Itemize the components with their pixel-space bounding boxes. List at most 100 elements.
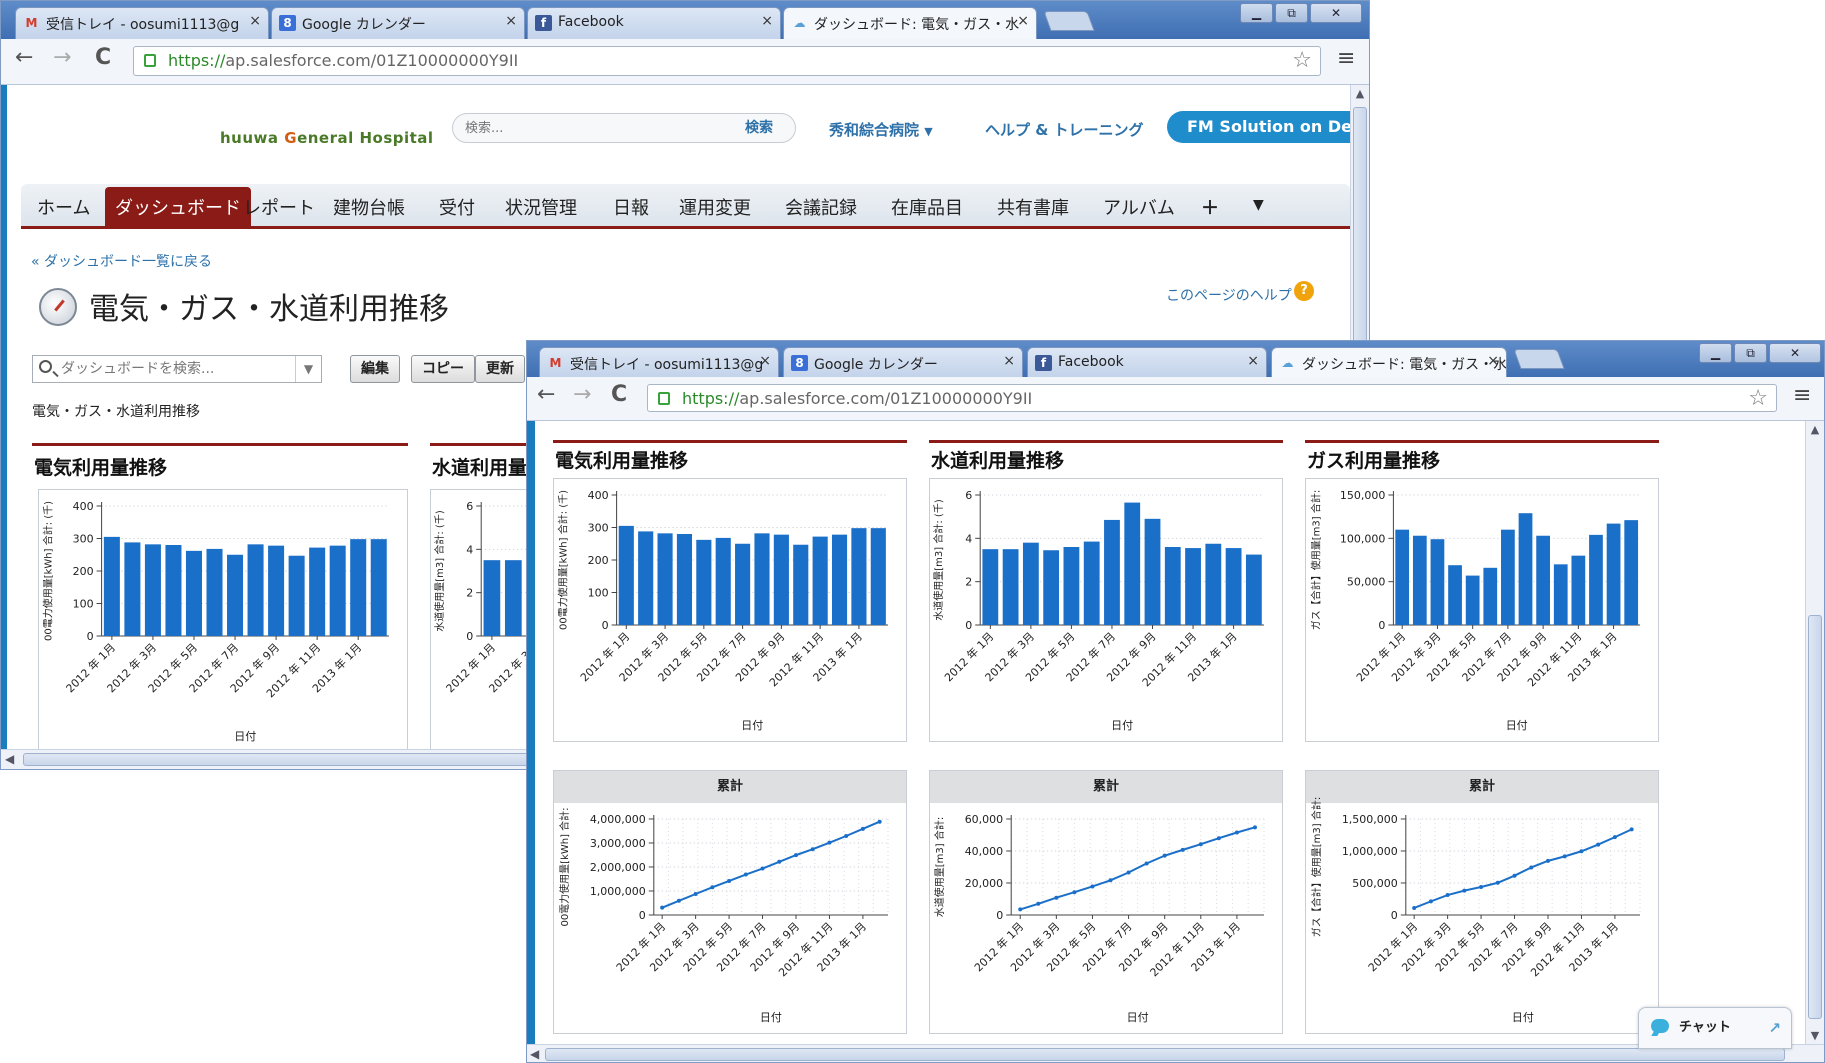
fm-solution-button[interactable]: FM Solution on Demand [1167,111,1367,143]
search-button[interactable]: 検索 [723,114,795,142]
maximize-icon[interactable]: ⧉ [1734,343,1767,363]
tab-close-icon[interactable]: × [1017,13,1029,29]
tab-more-icon[interactable]: ▼ [1253,197,1264,213]
browser-tab-calendar[interactable]: 8 Google カレンダー × [271,7,525,39]
forward-icon[interactable]: → [573,382,591,407]
scrollbar-thumb[interactable] [545,1048,1785,1061]
tab-close-icon[interactable]: × [249,13,261,29]
facebook-icon: f [1035,355,1052,371]
tab-dashboard[interactable]: ダッシュボード [105,187,251,226]
bar [1164,547,1181,625]
scroll-down-icon[interactable]: ▼ [1806,1029,1824,1042]
browser-tab-gmail[interactable]: M 受信トレイ - oosumi1113@g × [15,7,269,39]
scroll-up-icon[interactable]: ▲ [1351,87,1369,100]
scroll-left-icon[interactable]: ◀ [5,752,14,766]
scroll-up-icon[interactable]: ▲ [1806,423,1824,436]
bar [1571,555,1586,625]
y-tick-label: 300 [73,533,94,546]
browser-tab-dashboard[interactable]: ☁ ダッシュボード: 電気・ガス・水 × [1271,347,1507,377]
y-tick-label: 0 [965,619,972,632]
tab-close-icon[interactable]: × [1003,353,1015,369]
tab-reports[interactable]: レポート [243,194,315,220]
gmail-icon: M [549,356,562,370]
bar [1185,548,1201,625]
copy-button[interactable]: コピー [411,355,475,383]
tab-close-icon[interactable]: × [1487,353,1499,369]
tab-close-icon[interactable]: × [761,13,773,29]
vertical-scrollbar[interactable]: ▲ ▼ [1805,421,1824,1044]
close-icon[interactable]: ✕ [1769,343,1821,363]
minimize-icon[interactable]: ▁ [1240,3,1273,23]
y-tick-label: 100,000 [1340,532,1386,545]
tab-close-icon[interactable]: × [1247,353,1259,369]
horizontal-scrollbar[interactable]: ◀ [527,1044,1824,1062]
tab-home[interactable]: ホーム [37,194,90,220]
bookmark-star-icon[interactable]: ☆ [1748,385,1768,413]
expand-icon[interactable]: ↗ [1768,1008,1781,1048]
bookmark-star-icon[interactable]: ☆ [1292,47,1312,75]
page-help-link[interactable]: このページのヘルプ [1166,285,1292,305]
browser-tab-dashboard[interactable]: ☁ ダッシュボード: 電気・ガス・水 × [783,7,1037,39]
bar [124,542,141,636]
tab-album[interactable]: アルバム [1103,194,1175,220]
tab-reception[interactable]: 受付 [439,194,475,220]
edit-button[interactable]: 編集 [350,355,400,383]
url-field[interactable]: https://ap.salesforce.com/01Z10000000Y9I… [647,384,1777,412]
bar [1245,554,1262,625]
minimize-icon[interactable]: ▁ [1699,343,1732,363]
chat-bubble-icon [1651,1019,1669,1033]
y-tick-label: 4 [965,532,972,545]
browser-tab-calendar[interactable]: 8 Google カレンダー × [783,347,1023,377]
chart-electric-bar: 0 100 200 300 400 2012 年 1月 2012 年 3月 2012 年 5月… [553,478,907,742]
tab-close-icon[interactable]: × [759,353,771,369]
forward-icon[interactable]: → [53,45,71,70]
tab-operation-change[interactable]: 運用変更 [679,194,751,220]
tab-daily-report[interactable]: 日報 [613,194,649,220]
tab-meeting[interactable]: 会議記録 [785,194,857,220]
url-field[interactable]: https://ap.salesforce.com/01Z10000000Y9I… [133,46,1321,76]
tab-status[interactable]: 状況管理 [505,194,577,220]
search-input[interactable] [465,118,725,138]
reload-icon[interactable]: C [611,382,627,407]
org-menu[interactable]: 秀和綜合病院 ▼ [829,119,933,140]
page-title: 電気・ガス・水道利用推移 [89,292,449,327]
lock-icon [658,392,670,405]
new-tab-button[interactable] [1513,349,1565,369]
reload-icon[interactable]: C [95,45,111,70]
data-point [660,905,665,910]
bar [715,537,731,625]
tab-shared-library[interactable]: 共有書庫 [997,194,1069,220]
tab-strip: M 受信トレイ - oosumi1113@g × 8 Google カレンダー … [527,341,1824,377]
tab-strip: M 受信トレイ - oosumi1113@g × 8 Google カレンダー … [1,1,1369,39]
back-icon[interactable]: ← [15,45,33,70]
chevron-down-icon[interactable]: ▼ [295,356,321,382]
tab-add-icon[interactable]: ＋ [1201,194,1219,220]
data-point [1596,842,1601,847]
url-scheme: https:// [168,51,226,70]
refresh-button[interactable]: 更新 [475,355,525,383]
chat-button[interactable]: チャット ↗ [1638,1007,1792,1049]
bar [165,545,182,636]
menu-icon[interactable]: ≡ [1793,383,1811,408]
dashboard-search-input[interactable]: ダッシュボードを検索... ▼ [32,355,322,383]
tab-building-ledger[interactable]: 建物台帳 [333,194,405,220]
maximize-icon[interactable]: ⧉ [1275,3,1308,23]
browser-tab-gmail[interactable]: M 受信トレイ - oosumi1113@g × [539,347,779,377]
browser-tab-facebook[interactable]: f Facebook × [527,7,781,39]
help-training-link[interactable]: ヘルプ & トレーニング [985,119,1144,140]
new-tab-button[interactable] [1043,11,1095,31]
close-icon[interactable]: ✕ [1310,3,1362,23]
tab-inventory[interactable]: 在庫品目 [891,194,963,220]
data-point [760,866,765,871]
help-question-icon[interactable]: ? [1294,281,1314,301]
scroll-left-icon[interactable]: ◀ [530,1047,539,1061]
browser-tab-facebook[interactable]: f Facebook × [1027,347,1267,377]
tab-close-icon[interactable]: × [505,13,517,29]
bar [1225,548,1242,625]
back-to-dashboards-link[interactable]: « ダッシュボード一覧に戻る [31,251,212,271]
scrollbar-thumb[interactable] [1808,615,1822,1019]
data-point [1479,884,1484,889]
back-icon[interactable]: ← [537,382,555,407]
menu-icon[interactable]: ≡ [1337,46,1355,71]
y-tick-label: 0 [639,909,646,922]
